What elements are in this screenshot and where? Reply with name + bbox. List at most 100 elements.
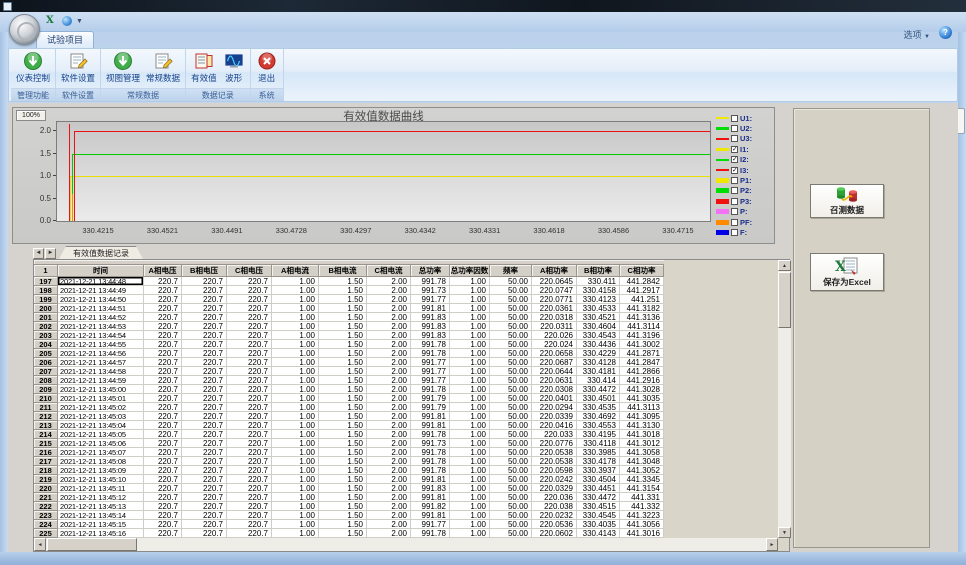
- cell-value[interactable]: 1.50: [319, 286, 367, 295]
- cell-value[interactable]: 50.00: [490, 304, 532, 313]
- cell-value[interactable]: 441.331: [620, 493, 664, 502]
- cell-value[interactable]: 50.00: [490, 313, 532, 322]
- cell-value[interactable]: 441.3018: [620, 430, 664, 439]
- cell-value[interactable]: 220.7: [182, 376, 227, 385]
- cell-value[interactable]: 1.50: [319, 376, 367, 385]
- legend-checkbox[interactable]: [731, 187, 738, 194]
- cell-value[interactable]: 220.7: [144, 484, 182, 493]
- cell-value[interactable]: 220.7: [182, 295, 227, 304]
- cell-value[interactable]: 1.00: [450, 358, 490, 367]
- cell-value[interactable]: 1.50: [319, 340, 367, 349]
- cell-value[interactable]: 1.50: [319, 403, 367, 412]
- cell-value[interactable]: 1.00: [450, 367, 490, 376]
- vertical-scroll-thumb[interactable]: [778, 272, 791, 328]
- cell-value[interactable]: 1.00: [272, 313, 319, 322]
- cell-value[interactable]: 1.50: [319, 421, 367, 430]
- cell-value[interactable]: 991.81: [411, 475, 450, 484]
- cell-value[interactable]: 220.0771: [532, 295, 577, 304]
- cell-value[interactable]: 220.7: [182, 475, 227, 484]
- cell-value[interactable]: 220.7: [227, 511, 272, 520]
- cell-value[interactable]: 1.00: [272, 277, 319, 286]
- cell-value[interactable]: 220.0308: [532, 385, 577, 394]
- cell-value[interactable]: 1.00: [450, 484, 490, 493]
- cell-value[interactable]: 50.00: [490, 349, 532, 358]
- cell-value[interactable]: 1.50: [319, 439, 367, 448]
- cell-value[interactable]: 1.00: [450, 403, 490, 412]
- cell-value[interactable]: 991.83: [411, 331, 450, 340]
- cell-value[interactable]: 220.7: [227, 448, 272, 457]
- cell-value[interactable]: 220.7: [144, 529, 182, 538]
- cell-value[interactable]: 441.3048: [620, 457, 664, 466]
- cell-value[interactable]: 2.00: [367, 493, 411, 502]
- cell-value[interactable]: 220.7: [144, 376, 182, 385]
- cell-value[interactable]: 220.7: [227, 520, 272, 529]
- cell-value[interactable]: 220.7: [182, 412, 227, 421]
- cell-value[interactable]: 50.00: [490, 457, 532, 466]
- cell-time[interactable]: 2021-12-21 13:45:11: [58, 484, 144, 493]
- cell-value[interactable]: 991.77: [411, 295, 450, 304]
- cell-value[interactable]: 220.0602: [532, 529, 577, 538]
- cell-value[interactable]: 220.0536: [532, 520, 577, 529]
- cell-value[interactable]: 50.00: [490, 358, 532, 367]
- cell-value[interactable]: 330.4521: [577, 313, 620, 322]
- cell-value[interactable]: 220.7: [227, 421, 272, 430]
- cell-value[interactable]: 1.00: [272, 448, 319, 457]
- cell-value[interactable]: 1.00: [272, 331, 319, 340]
- cell-value[interactable]: 220.7: [182, 457, 227, 466]
- cell-value[interactable]: 1.50: [319, 466, 367, 475]
- cell-value[interactable]: 50.00: [490, 484, 532, 493]
- cell-value[interactable]: 2.00: [367, 502, 411, 511]
- cell-value[interactable]: 330.4535: [577, 403, 620, 412]
- cell-value[interactable]: 2.00: [367, 403, 411, 412]
- cell-value[interactable]: 220.026: [532, 331, 577, 340]
- cell-value[interactable]: 220.7: [227, 367, 272, 376]
- cell-value[interactable]: 441.3095: [620, 412, 664, 421]
- cell-value[interactable]: 220.7: [144, 448, 182, 457]
- vertical-scrollbar[interactable]: ▲ ▼: [778, 260, 791, 538]
- cell-value[interactable]: 220.7: [182, 529, 227, 538]
- cell-value[interactable]: 50.00: [490, 295, 532, 304]
- legend-checkbox[interactable]: ✓: [731, 167, 738, 174]
- cell-value[interactable]: 50.00: [490, 331, 532, 340]
- cell-value[interactable]: 991.83: [411, 484, 450, 493]
- cell-value[interactable]: 441.3223: [620, 511, 664, 520]
- cell-value[interactable]: 220.7: [227, 475, 272, 484]
- cell-value[interactable]: 50.00: [490, 376, 532, 385]
- cell-value[interactable]: 991.81: [411, 421, 450, 430]
- cell-value[interactable]: 1.00: [450, 511, 490, 520]
- cell-value[interactable]: 2.00: [367, 304, 411, 313]
- ribbon-button-退出[interactable]: 退出: [254, 50, 280, 85]
- cell-value[interactable]: 991.81: [411, 304, 450, 313]
- cell-time[interactable]: 2021-12-21 13:45:06: [58, 439, 144, 448]
- cell-value[interactable]: 220.7: [182, 430, 227, 439]
- cell-value[interactable]: 2.00: [367, 385, 411, 394]
- cell-value[interactable]: 1.00: [272, 421, 319, 430]
- cell-value[interactable]: 991.83: [411, 313, 450, 322]
- cell-value[interactable]: 991.83: [411, 322, 450, 331]
- cell-value[interactable]: 330.414: [577, 376, 620, 385]
- cell-value[interactable]: 220.7: [182, 403, 227, 412]
- cell-time[interactable]: 2021-12-21 13:44:50: [58, 295, 144, 304]
- cell-value[interactable]: 330.4604: [577, 322, 620, 331]
- cell-value[interactable]: 330.4035: [577, 520, 620, 529]
- cell-value[interactable]: 441.332: [620, 502, 664, 511]
- cell-value[interactable]: 50.00: [490, 475, 532, 484]
- cell-value[interactable]: 220.038: [532, 502, 577, 511]
- scroll-down-icon[interactable]: ▼: [778, 527, 791, 538]
- cell-value[interactable]: 1.00: [450, 340, 490, 349]
- cell-value[interactable]: 1.50: [319, 322, 367, 331]
- cell-time[interactable]: 2021-12-21 13:45:04: [58, 421, 144, 430]
- cell-value[interactable]: 220.7: [227, 358, 272, 367]
- cell-value[interactable]: 441.3056: [620, 520, 664, 529]
- cell-time[interactable]: 2021-12-21 13:44:57: [58, 358, 144, 367]
- cell-value[interactable]: 1.00: [272, 376, 319, 385]
- cell-value[interactable]: 220.7: [144, 358, 182, 367]
- cell-value[interactable]: 2.00: [367, 295, 411, 304]
- cell-value[interactable]: 220.7: [182, 502, 227, 511]
- cell-value[interactable]: 330.4181: [577, 367, 620, 376]
- cell-value[interactable]: 991.81: [411, 511, 450, 520]
- cell-value[interactable]: 991.77: [411, 358, 450, 367]
- cell-value[interactable]: 1.00: [450, 529, 490, 538]
- cell-value[interactable]: 330.4451: [577, 484, 620, 493]
- cell-value[interactable]: 2.00: [367, 448, 411, 457]
